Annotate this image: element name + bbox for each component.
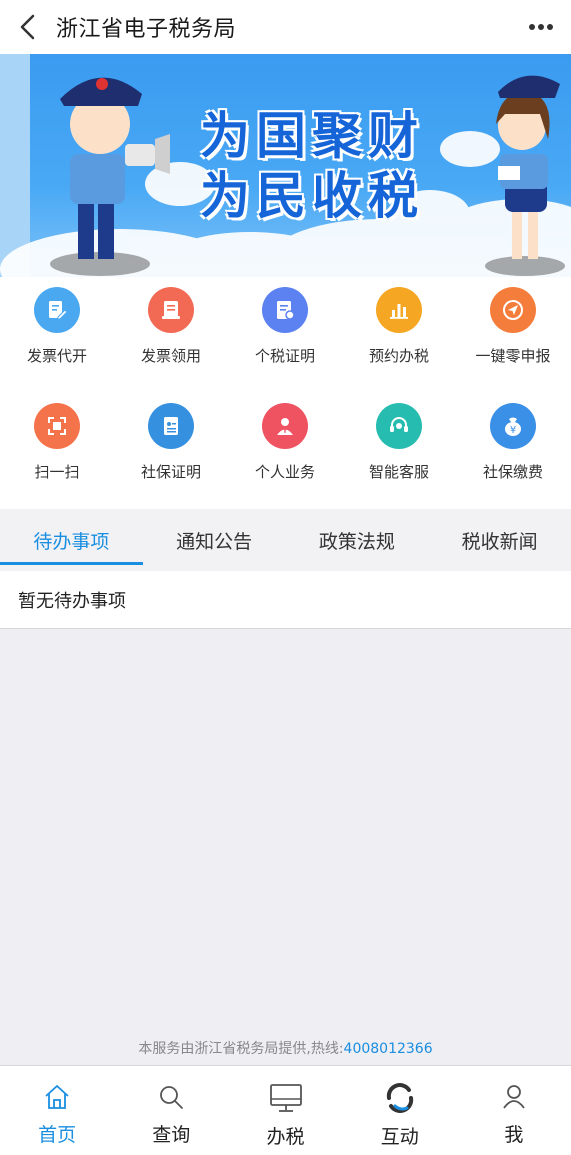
icon-circle <box>148 403 194 449</box>
headset-icon <box>390 417 408 432</box>
chevron-left-icon <box>20 14 35 40</box>
hotline-link[interactable]: 4008012366 <box>344 1041 433 1057</box>
nav-home[interactable]: 首页 <box>0 1066 114 1155</box>
nav-interaction[interactable]: 互动 <box>343 1066 457 1155</box>
grid-label: 一键零申报 <box>475 347 551 365</box>
banner-slogan-line1: 为国聚财 <box>200 107 424 165</box>
more-button[interactable] <box>511 0 571 54</box>
icon-circle <box>376 287 422 333</box>
footer-note: 本服务由浙江省税务局提供,热线:4008012366 <box>0 1038 571 1058</box>
icon-circle <box>34 403 80 449</box>
grid-item-zero-declare[interactable]: 一键零申报 <box>456 277 570 393</box>
todo-empty-text: 暂无待办事项 <box>18 590 126 612</box>
nav-label: 办税 <box>266 1126 305 1148</box>
id-card-icon <box>164 417 178 435</box>
banner-slogan: 为国聚财 为民收税 <box>200 106 424 226</box>
svg-text:¥: ¥ <box>510 425 516 436</box>
back-button[interactable] <box>0 0 56 54</box>
icon-circle <box>34 287 80 333</box>
grid-label: 发票代开 <box>26 347 87 365</box>
grid-label: 社保证明 <box>140 463 201 481</box>
tab-policies[interactable]: 政策法规 <box>286 509 429 571</box>
grid-label: 预约办税 <box>368 347 429 365</box>
top-bar: 浙江省电子税务局 <box>0 0 571 54</box>
person-icon <box>277 418 293 435</box>
icon-circle <box>490 287 536 333</box>
bottom-nav: 首页 查询 办税 互动 我 <box>0 1065 571 1155</box>
icon-circle: ¥ <box>490 403 536 449</box>
grid-item-invoice-issue[interactable]: 发票代开 <box>0 277 114 393</box>
send-arrow-icon <box>503 300 523 320</box>
nav-label: 查询 <box>152 1124 191 1146</box>
icon-circle <box>262 287 308 333</box>
bar-chart-icon <box>390 304 408 319</box>
grid-label: 扫一扫 <box>34 463 80 481</box>
grid-item-personal[interactable]: 个人业务 <box>228 393 342 509</box>
todo-list: 暂无待办事项 <box>0 571 571 629</box>
grid-item-customer-service[interactable]: 智能客服 <box>342 393 456 509</box>
grid-item-invoice-receive[interactable]: 发票领用 <box>114 277 228 393</box>
invoice-edit-icon <box>49 301 68 320</box>
grid-label: 智能客服 <box>368 463 429 481</box>
footer-note-text: 本服务由浙江省税务局提供,热线: <box>138 1041 344 1057</box>
nav-label: 互动 <box>380 1126 419 1148</box>
search-icon <box>160 1086 184 1109</box>
scan-icon <box>48 417 66 435</box>
service-grid: 发票代开 发票领用 个税证明 预约办税 一键零申报 扫一扫 社保证明 个人业务 … <box>0 277 571 509</box>
more-dots-icon <box>529 24 553 30</box>
grid-label: 社保缴费 <box>482 463 543 481</box>
monitor-icon <box>269 1084 302 1112</box>
grid-item-social-payment[interactable]: ¥ 社保缴费 <box>456 393 570 509</box>
nav-search[interactable]: 查询 <box>114 1066 228 1155</box>
icon-circle <box>376 403 422 449</box>
banner-slogan-line2: 为民收税 <box>200 167 424 225</box>
home-icon <box>45 1085 69 1109</box>
tab-tax-news[interactable]: 税收新闻 <box>428 509 571 571</box>
banner[interactable]: 为国聚财 为民收税 <box>0 54 571 277</box>
icon-circle <box>262 403 308 449</box>
yuan-bag-icon: ¥ <box>505 417 521 436</box>
grid-item-social-cert[interactable]: 社保证明 <box>114 393 228 509</box>
page-title: 浙江省电子税务局 <box>56 17 237 42</box>
grid-label: 个税证明 <box>254 347 315 365</box>
invoice-receive-icon <box>162 301 180 319</box>
nav-me[interactable]: 我 <box>457 1066 571 1155</box>
tab-notices[interactable]: 通知公告 <box>143 509 286 571</box>
tab-todo[interactable]: 待办事项 <box>0 509 143 571</box>
grid-item-tax-certificate[interactable]: 个税证明 <box>228 277 342 393</box>
interaction-icon <box>386 1083 413 1113</box>
tab-bar: 待办事项 通知公告 政策法规 税收新闻 <box>0 509 571 571</box>
tax-certificate-icon <box>277 301 295 320</box>
nav-label: 首页 <box>38 1124 77 1146</box>
user-icon <box>503 1085 525 1109</box>
nav-label: 我 <box>504 1124 524 1146</box>
grid-item-appointment[interactable]: 预约办税 <box>342 277 456 393</box>
icon-circle <box>148 287 194 333</box>
grid-label: 个人业务 <box>254 463 315 481</box>
grid-label: 发票领用 <box>140 347 201 365</box>
grid-item-scan[interactable]: 扫一扫 <box>0 393 114 509</box>
nav-tax[interactable]: 办税 <box>228 1066 342 1155</box>
